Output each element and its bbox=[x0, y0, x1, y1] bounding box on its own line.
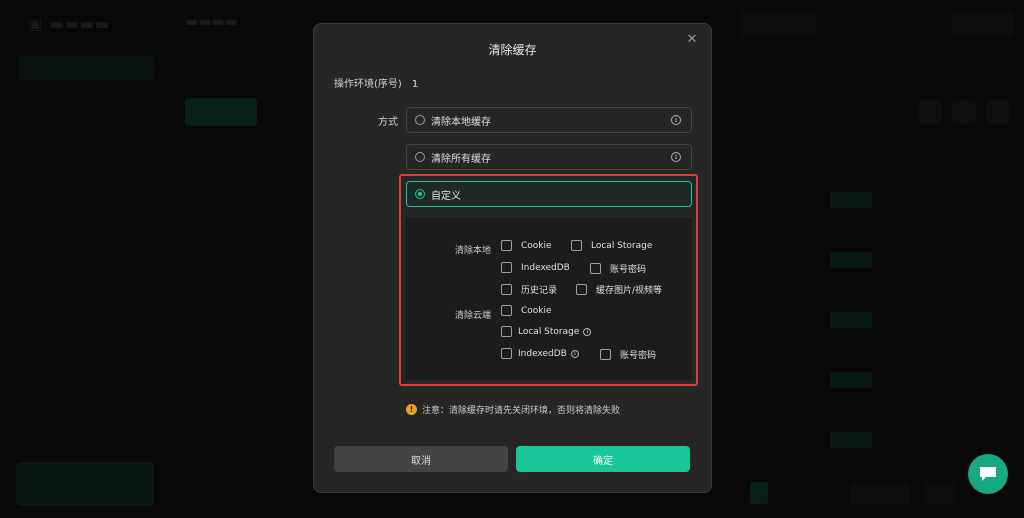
cloud-section-label: 清除云端 bbox=[455, 311, 492, 321]
checkbox-icon bbox=[501, 284, 512, 295]
local-indexeddb-checkbox[interactable]: IndexedDB bbox=[501, 262, 570, 273]
option-label: 自定义 bbox=[431, 190, 461, 202]
radio-checked-icon bbox=[415, 189, 425, 199]
cloud-cookie-checkbox[interactable]: Cookie bbox=[501, 305, 552, 316]
checkbox-icon bbox=[571, 240, 582, 251]
checkbox-icon bbox=[600, 349, 611, 360]
checkbox-label: Local Storage bbox=[518, 326, 580, 337]
checkbox-label: Cookie bbox=[521, 240, 552, 251]
info-icon[interactable]: i bbox=[570, 349, 579, 358]
local-section-label: 清除本地 bbox=[455, 246, 492, 256]
checkbox-icon bbox=[501, 348, 512, 359]
checkbox-label: 缓存图片/视频等 bbox=[596, 286, 663, 296]
confirm-button[interactable]: 确定 bbox=[516, 446, 690, 472]
checkbox-icon bbox=[501, 240, 512, 251]
info-icon[interactable]: i bbox=[671, 115, 681, 125]
local-cached-media-checkbox[interactable]: 缓存图片/视频等 bbox=[576, 283, 662, 296]
checkbox-label: 账号密码 bbox=[620, 351, 657, 361]
dialog-title: 清除缓存 bbox=[488, 43, 537, 57]
cloud-account-password-checkbox[interactable]: 账号密码 bbox=[600, 348, 656, 361]
option-label: 清除本地缓存 bbox=[431, 116, 491, 128]
cloud-localstorage-checkbox[interactable]: Local Storage i bbox=[501, 326, 592, 337]
checkbox-icon bbox=[576, 284, 587, 295]
local-history-checkbox[interactable]: 历史记录 bbox=[501, 283, 557, 296]
checkbox-label: Local Storage bbox=[591, 240, 653, 251]
warning-text: 注意：清除缓存时请先关闭环境，否则将清除失败 bbox=[422, 406, 621, 416]
local-account-password-checkbox[interactable]: 账号密码 bbox=[590, 262, 646, 275]
checkbox-icon bbox=[501, 262, 512, 273]
checkbox-icon bbox=[501, 305, 512, 316]
info-icon[interactable]: i bbox=[671, 152, 681, 162]
environment-label: 操作环境(序号) bbox=[334, 79, 402, 90]
local-cookie-checkbox[interactable]: Cookie bbox=[501, 240, 552, 251]
cancel-button[interactable]: 取消 bbox=[334, 446, 508, 472]
checkbox-label: 历史记录 bbox=[521, 286, 558, 296]
chat-button[interactable] bbox=[968, 454, 1008, 494]
environment-value: 1 bbox=[411, 79, 419, 90]
checkbox-label: 账号密码 bbox=[610, 265, 647, 275]
method-label: 方式 bbox=[378, 117, 398, 128]
radio-icon bbox=[415, 115, 425, 125]
warning-note: ! 注意：清除缓存时请先关闭环境，否则将清除失败 bbox=[406, 403, 620, 416]
close-icon[interactable]: ✕ bbox=[685, 33, 699, 47]
checkbox-label: Cookie bbox=[521, 305, 552, 316]
warning-icon: ! bbox=[406, 404, 417, 415]
environment-row: 操作环境(序号) 1 bbox=[334, 75, 418, 90]
checkbox-label: IndexedDB bbox=[518, 348, 567, 359]
custom-options-panel: 清除本地 Cookie Local Storage IndexedDB 账号密码… bbox=[406, 218, 692, 380]
chat-icon bbox=[980, 467, 996, 481]
info-icon[interactable]: i bbox=[583, 327, 592, 336]
option-clear-all[interactable]: 清除所有缓存 i bbox=[406, 144, 692, 170]
checkbox-icon bbox=[501, 326, 512, 337]
checkbox-label: IndexedDB bbox=[521, 262, 570, 273]
radio-icon bbox=[415, 152, 425, 162]
checkbox-icon bbox=[590, 263, 601, 274]
option-clear-local[interactable]: 清除本地缓存 i bbox=[406, 107, 692, 133]
local-localstorage-checkbox[interactable]: Local Storage bbox=[571, 240, 652, 251]
cloud-indexeddb-checkbox[interactable]: IndexedDB i bbox=[501, 348, 579, 359]
option-custom[interactable]: 自定义 bbox=[406, 181, 692, 207]
option-label: 清除所有缓存 bbox=[431, 153, 491, 165]
clear-cache-dialog: 清除缓存 ✕ 操作环境(序号) 1 方式 清除本地缓存 i 清除所有缓存 i 自定… bbox=[313, 23, 712, 493]
